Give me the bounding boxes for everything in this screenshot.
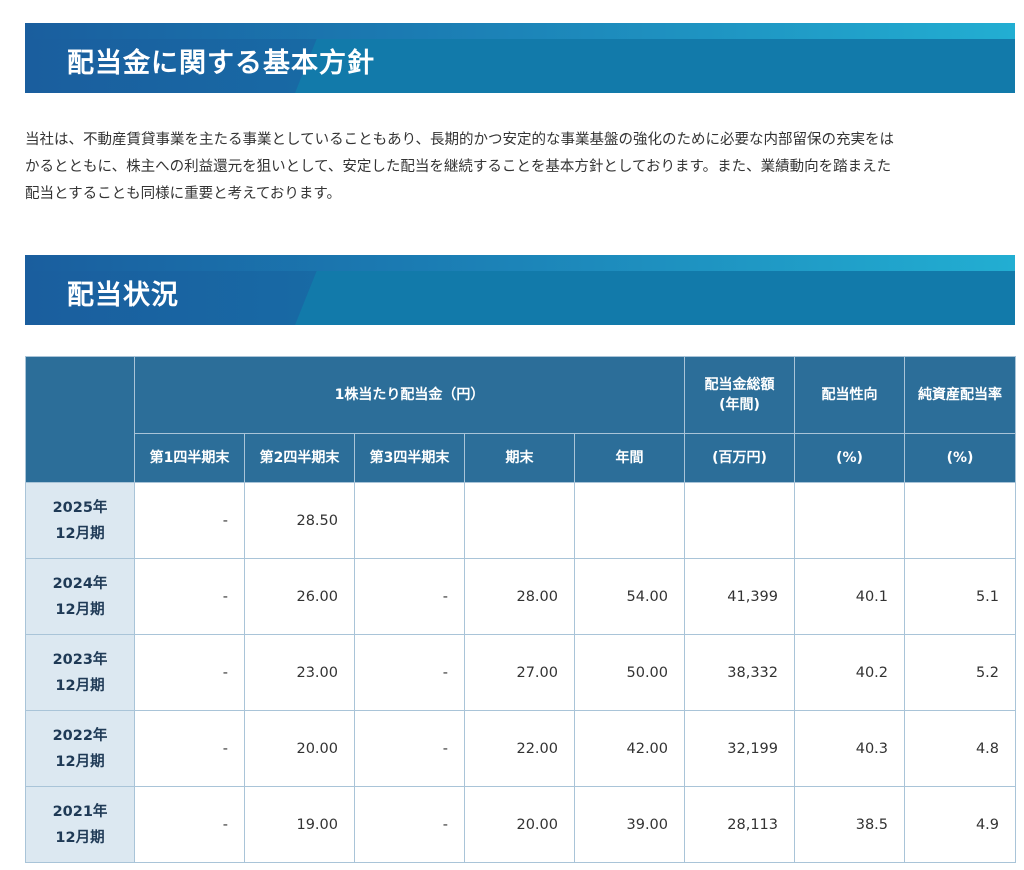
heading-slant-decoration (295, 39, 1015, 93)
year-end-cell: 28.00 (464, 558, 575, 635)
q3-cell (354, 482, 465, 559)
dividend-status-title: 配当状況 (67, 279, 179, 311)
year-end-cell (464, 482, 575, 559)
q2-cell: 19.00 (244, 786, 355, 863)
doe-cell: 4.8 (904, 710, 1017, 787)
period-month: 12月期 (55, 525, 105, 542)
subheader-annual: 年間 (573, 433, 686, 483)
payout-cell: 38.5 (794, 786, 906, 863)
q3-cell: - (354, 710, 465, 787)
policy-line: 配当とすることも同様に重要と考えております。 (25, 186, 341, 202)
doe-header: 純資産配当率 (904, 356, 1017, 434)
period-year: 2023年 (52, 651, 108, 668)
dividend-policy-text: 当社は、不動産賃貸事業を主たる事業としていることもあり、長期的かつ安定的な事業基… (25, 127, 1015, 208)
doe-cell: 4.9 (904, 786, 1017, 863)
q3-cell: - (354, 786, 465, 863)
q2-cell: 26.00 (244, 558, 355, 635)
doe-cell: 5.1 (904, 558, 1017, 635)
subheader-year-end: 期末 (464, 433, 575, 483)
subheader-doe-unit: (%) (904, 433, 1017, 483)
per-share-dividend-header: 1株当たり配当金（円） (133, 356, 686, 434)
section-heading-dividend-status: 配当状況 (25, 255, 1015, 325)
total-header-line: (年間) (719, 397, 760, 413)
q2-cell: 20.00 (244, 710, 355, 787)
subheader-q3: 第3四半期末 (354, 433, 465, 483)
q3-cell: - (354, 634, 465, 711)
total-header-line: 配当金総額 (704, 377, 775, 393)
period-cell: 2022年 12月期 (25, 710, 135, 787)
year-end-cell: 27.00 (464, 634, 575, 711)
year-end-cell: 22.00 (464, 710, 575, 787)
section-heading-dividend-policy: 配当金に関する基本方針 (25, 23, 1015, 93)
period-cell: 2023年 12月期 (25, 634, 135, 711)
total-cell: 41,399 (684, 558, 796, 635)
period-month: 12月期 (55, 753, 105, 770)
q1-cell: - (134, 786, 245, 863)
table-row: 2024年 12月期 - 26.00 - 28.00 54.00 41,399 4… (25, 558, 1017, 635)
period-year: 2022年 (52, 727, 108, 744)
year-end-cell: 20.00 (464, 786, 575, 863)
table-row: 2021年 12月期 - 19.00 - 20.00 39.00 28,113 3… (25, 786, 1017, 863)
total-cell: 32,199 (684, 710, 796, 787)
q1-cell: - (134, 710, 245, 787)
period-month: 12月期 (55, 829, 105, 846)
dividend-policy-title: 配当金に関する基本方針 (67, 47, 375, 79)
subheader-q1: 第1四半期末 (134, 433, 245, 483)
total-cell: 38,332 (684, 634, 796, 711)
period-month: 12月期 (55, 601, 105, 618)
payout-cell (794, 482, 906, 559)
table-row: 2022年 12月期 - 20.00 - 22.00 42.00 32,199 4… (25, 710, 1017, 787)
policy-line: かるとともに、株主への利益還元を狙いとして、安定した配当を継続することを基本方針… (25, 159, 892, 175)
period-cell: 2021年 12月期 (25, 786, 135, 863)
total-cell (684, 482, 796, 559)
q1-cell: - (134, 558, 245, 635)
period-year: 2021年 (52, 803, 108, 820)
subheader-payout-unit: (%) (794, 433, 906, 483)
q2-cell: 23.00 (244, 634, 355, 711)
annual-cell: 50.00 (573, 634, 686, 711)
doe-cell (904, 482, 1017, 559)
subheader-q2: 第2四半期末 (244, 433, 355, 483)
dividend-table: 1株当たり配当金（円） 配当金総額 (年間) 配当性向 純資産配当率 第1四半期… (25, 356, 1017, 863)
page: 配当金に関する基本方針 当社は、不動産賃貸事業を主たる事業としていることもあり、… (0, 0, 1024, 870)
table-row: 2023年 12月期 - 23.00 - 27.00 50.00 38,332 4… (25, 634, 1017, 711)
period-year: 2024年 (52, 575, 108, 592)
total-dividend-header: 配当金総額 (年間) (684, 356, 796, 434)
table-row: 2025年 12月期 - 28.50 (25, 482, 1017, 559)
total-cell: 28,113 (684, 786, 796, 863)
payout-ratio-header: 配当性向 (794, 356, 906, 434)
policy-line: 当社は、不動産賃貸事業を主たる事業としていることもあり、長期的かつ安定的な事業基… (25, 132, 894, 148)
heading-slant-decoration (295, 271, 1015, 325)
annual-cell: 39.00 (573, 786, 686, 863)
period-year: 2025年 (52, 499, 108, 516)
doe-cell: 5.2 (904, 634, 1017, 711)
corner-header (25, 356, 135, 483)
q2-cell: 28.50 (244, 482, 355, 559)
q1-cell: - (134, 634, 245, 711)
annual-cell: 54.00 (573, 558, 686, 635)
annual-cell (573, 482, 686, 559)
period-cell: 2024年 12月期 (25, 558, 135, 635)
payout-cell: 40.1 (794, 558, 906, 635)
subheader-total-unit: (百万円) (684, 433, 796, 483)
payout-cell: 40.3 (794, 710, 906, 787)
period-cell: 2025年 12月期 (25, 482, 135, 559)
q3-cell: - (354, 558, 465, 635)
q1-cell: - (134, 482, 245, 559)
period-month: 12月期 (55, 677, 105, 694)
annual-cell: 42.00 (573, 710, 686, 787)
payout-cell: 40.2 (794, 634, 906, 711)
